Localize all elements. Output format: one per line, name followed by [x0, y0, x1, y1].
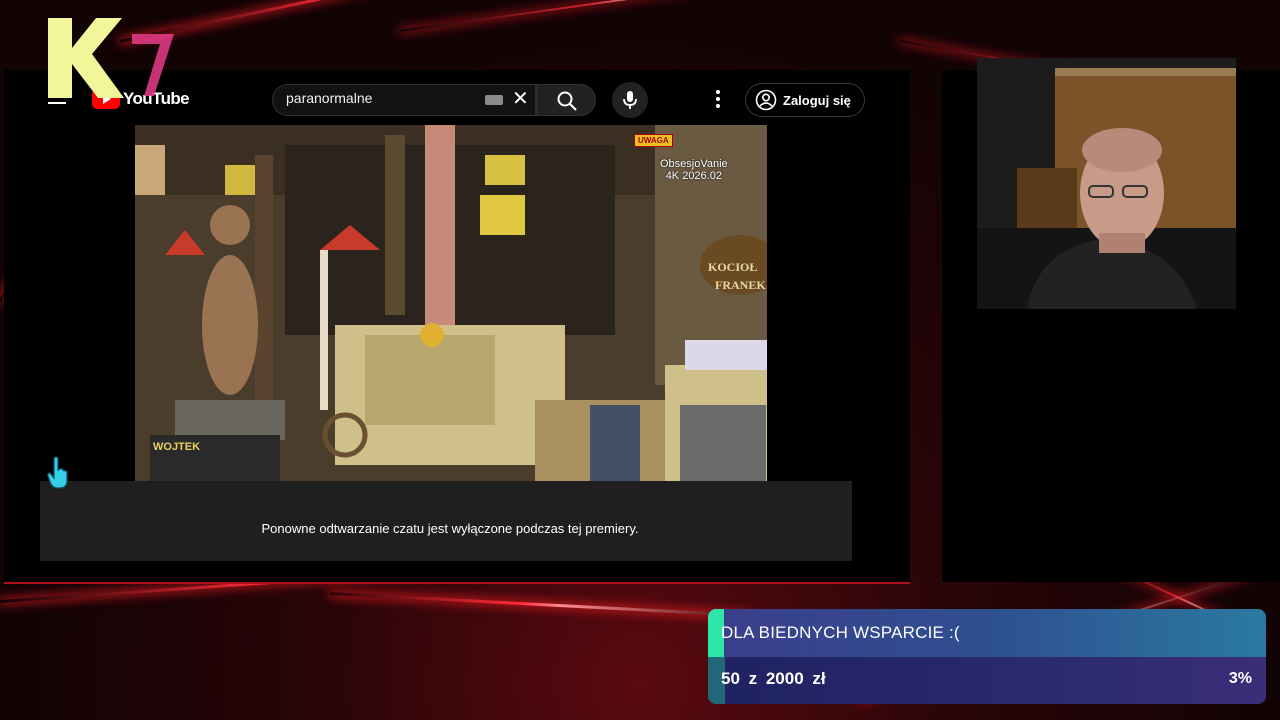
hand-cursor-icon	[47, 456, 68, 489]
signin-label: Zaloguj się	[783, 92, 851, 108]
signin-button[interactable]: Zaloguj się	[745, 83, 865, 117]
webcam-feed	[977, 58, 1236, 309]
video-watermark: ObsesjoVanie 4K 2026.02	[660, 158, 728, 182]
microphone-icon	[623, 91, 637, 109]
video-sign-kociol: KOCIOŁ	[708, 260, 758, 274]
video-sign-wojtek: WOJTEK	[153, 441, 201, 453]
video-sign-franek: FRANEK	[715, 278, 766, 292]
webcam-person-image	[977, 58, 1236, 309]
search-icon	[557, 91, 577, 111]
donation-goal-title: DLA BIEDNYCH WSPARCIE :(	[721, 623, 960, 642]
donation-goal-percent: 3%	[1228, 670, 1252, 687]
voice-search-button[interactable]	[612, 82, 648, 118]
search-input-value: paranormalne	[286, 90, 373, 106]
video-sign-uwaga: UWAGA	[634, 134, 673, 147]
clear-search-icon[interactable]: ✕	[512, 88, 529, 110]
video-watermark-date: 4K 2026.02	[665, 170, 722, 182]
red-light-streak	[329, 592, 750, 617]
account-icon	[755, 89, 777, 111]
search-button[interactable]	[536, 84, 596, 116]
more-options-icon[interactable]	[716, 90, 720, 111]
k7-channel-logo	[48, 18, 174, 98]
donation-goal-widget: DLA BIEDNYCH WSPARCIE :( 50 z 2000 zł 3%	[708, 609, 1266, 704]
chat-disabled-message: Ponowne odtwarzanie czatu jest wyłączone…	[261, 521, 639, 536]
donation-goal-amount: 50 z 2000 zł	[721, 669, 826, 688]
keyboard-icon[interactable]	[485, 95, 503, 105]
red-light-streak	[399, 0, 817, 32]
video-watermark-title: ObsesjoVanie	[660, 158, 728, 170]
webcam-lower-area	[977, 309, 1251, 561]
red-light-streak	[119, 0, 629, 43]
